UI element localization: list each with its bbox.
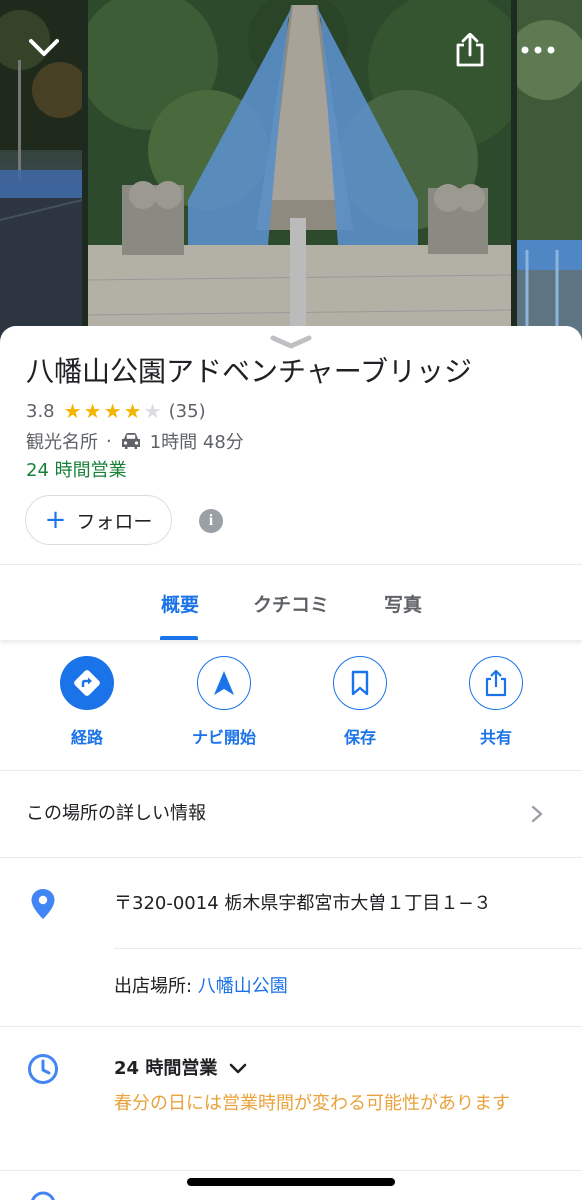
place-details-sheet: 八幡山公園アドベンチャーブリッジ 3.8 ★ ★ ★ ★ ★ (35) 観光名所 · 1… <box>0 326 582 1200</box>
place-details-link[interactable]: この場所の詳しい情報 <box>0 771 582 857</box>
hours-warning-note: 春分の日には営業時間が変わる可能性があります <box>114 1093 510 1114</box>
open-hours-status: 24 時間営業 <box>26 460 127 481</box>
located-in-link[interactable]: 八幡山公園 <box>198 976 288 997</box>
meta-separator: · <box>106 430 112 452</box>
save-button[interactable]: 保存 <box>310 656 410 760</box>
rating-value: 3.8 <box>26 400 55 422</box>
address-row[interactable]: 〒320-0014 栃木県宇都宮市大曽１丁目１−３ <box>0 858 582 948</box>
follow-label: フォロー <box>76 510 153 533</box>
divider <box>0 1170 582 1171</box>
share-label: 共有 <box>479 728 512 747</box>
tab-reviews[interactable]: クチコミ <box>243 565 339 641</box>
star-filled-icon: ★ <box>103 399 122 423</box>
collapse-chevron-icon[interactable] <box>22 26 66 70</box>
more-options-icon[interactable] <box>516 28 560 72</box>
hours-row[interactable]: 24 時間営業 春分の日には営業時間が変わる可能性があります <box>0 1026 582 1170</box>
meta-row: 観光名所 · 1時間 48分 <box>26 427 244 455</box>
follow-button[interactable]: + フォロー <box>25 495 172 545</box>
place-title: 八幡山公園アドベンチャーブリッジ <box>26 355 473 388</box>
home-indicator <box>187 1178 395 1186</box>
star-filled-icon: ★ <box>63 399 82 423</box>
hours-title[interactable]: 24 時間営業 <box>114 1056 247 1082</box>
plus-icon: + <box>44 505 67 535</box>
active-tab-indicator <box>160 636 198 640</box>
star-filled-icon: ★ <box>83 399 102 423</box>
star-empty-icon: ★ <box>143 399 162 423</box>
star-filled-icon: ★ <box>123 399 142 423</box>
located-in-label: 出店場所: <box>114 976 198 997</box>
chevron-right-icon <box>531 805 543 823</box>
directions-label: 経路 <box>70 728 103 747</box>
start-navigation-button[interactable]: ナビ開始 <box>174 656 274 760</box>
located-in-row: 出店場所: 八幡山公園 <box>114 949 288 1025</box>
info-icon[interactable]: i <box>199 509 223 533</box>
directions-icon <box>60 656 114 710</box>
clock-icon <box>28 1054 58 1084</box>
tab-overview[interactable]: 概要 <box>148 565 212 641</box>
location-pin-icon <box>31 889 55 919</box>
action-buttons: 経路 ナビ開始 保存 共有 <box>0 656 582 770</box>
start-navigation-label: ナビ開始 <box>191 728 256 747</box>
website-icon <box>30 1191 56 1200</box>
address-text: 〒320-0014 栃木県宇都宮市大曽１丁目１−３ <box>114 893 492 914</box>
hours-title-label: 24 時間営業 <box>114 1058 218 1079</box>
share-icon <box>469 656 523 710</box>
tabs-bar: 概要 クチコミ 写真 <box>0 564 582 640</box>
place-details-label: この場所の詳しい情報 <box>26 803 206 824</box>
car-icon <box>121 433 140 449</box>
drive-time: 1時間 48分 <box>149 432 244 453</box>
star-rating: ★ ★ ★ ★ ★ <box>63 401 163 421</box>
tab-photos[interactable]: 写真 <box>373 565 433 641</box>
rating-row[interactable]: 3.8 ★ ★ ★ ★ ★ (35) <box>26 397 206 425</box>
directions-button[interactable]: 経路 <box>37 656 137 760</box>
share-button[interactable]: 共有 <box>446 656 546 760</box>
drag-handle-icon[interactable] <box>270 332 312 352</box>
review-count: (35) <box>168 400 206 422</box>
place-category: 観光名所 <box>26 432 98 453</box>
bookmark-icon <box>333 656 387 710</box>
photo-gallery[interactable] <box>0 0 582 345</box>
navigation-arrow-icon <box>197 656 251 710</box>
save-label: 保存 <box>343 728 376 747</box>
chevron-down-icon <box>230 1063 247 1074</box>
share-icon[interactable] <box>448 28 492 72</box>
